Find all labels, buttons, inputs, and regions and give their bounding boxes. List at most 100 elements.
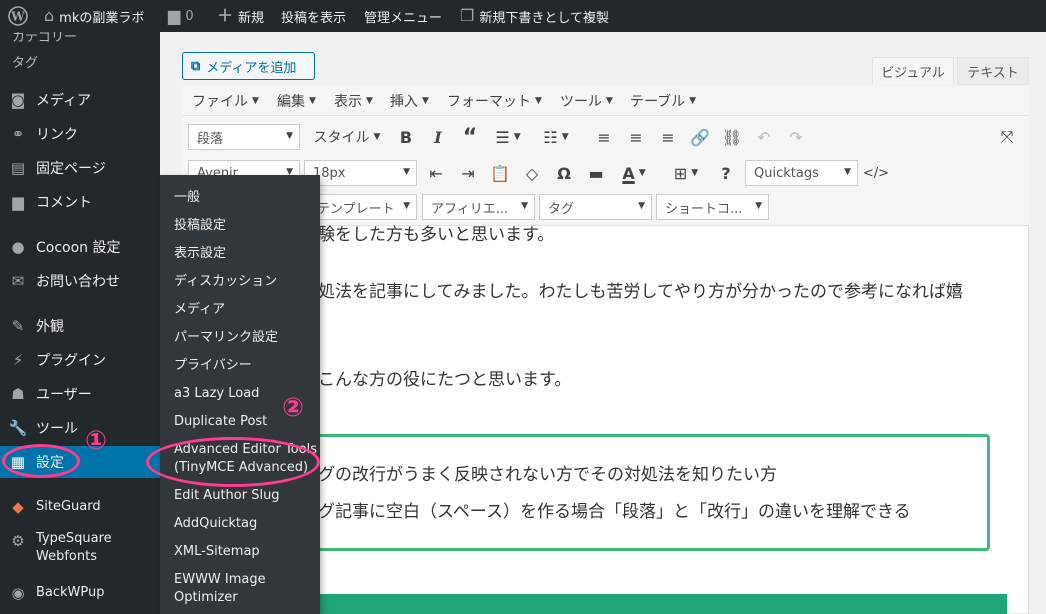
unlink-icon[interactable]: ⛓ <box>720 124 744 150</box>
code-icon[interactable]: </> <box>862 160 890 186</box>
affiliate-select[interactable]: アフィリエ... ▼ <box>422 194 535 220</box>
sidebar-item-users[interactable]: ☗ ユーザー <box>0 382 160 406</box>
info-box-item: グ記事に空白（スペース）を作る場合「段落」と「改行」の違いを理解できる <box>318 502 911 522</box>
menu-view[interactable]: 表示 ▼ <box>334 86 373 116</box>
flyout-item-discussion[interactable]: ディスカッション <box>174 273 277 291</box>
style-menu-button[interactable]: スタイル ▼ <box>308 124 386 150</box>
flyout-item-writing[interactable]: 投稿設定 <box>174 217 226 235</box>
flyout-item-general[interactable]: 一般 <box>174 189 200 207</box>
new-content-link[interactable]: ＋ 新規 <box>217 0 264 32</box>
flyout-item-permalinks[interactable]: パーマリンク設定 <box>174 329 278 347</box>
redo-icon[interactable]: ↷ <box>784 124 808 150</box>
sidebar-item-label: プラグイン <box>36 353 106 369</box>
admin-menu-link[interactable]: 管理メニュー <box>364 0 442 32</box>
flyout-item-edit-author-slug[interactable]: Edit Author Slug <box>174 487 280 505</box>
sidebar-item-label: Cocoon 設定 <box>36 240 121 256</box>
sidebar-item-typesquare[interactable]: ⚙ TypeSquare Webfonts <box>0 530 160 570</box>
cocoon-icon: ● <box>11 238 25 256</box>
menu-table[interactable]: テーブル ▼ <box>630 86 696 116</box>
home-icon: ⌂ <box>44 6 55 25</box>
flyout-item-addquicktag[interactable]: AddQuicktag <box>174 515 257 533</box>
flyout-item-privacy[interactable]: プライバシー <box>174 357 252 375</box>
help-icon[interactable]: ? <box>714 160 738 186</box>
fullscreen-icon[interactable]: ⤧ <box>994 124 1020 150</box>
font-size-select[interactable]: 18px ▼ <box>304 160 417 186</box>
menu-label: ツール <box>560 94 602 110</box>
template-select[interactable]: テンプレート ▼ <box>304 194 417 220</box>
menu-file[interactable]: ファイル ▼ <box>192 86 259 116</box>
undo-icon[interactable]: ↶ <box>752 124 776 150</box>
sidebar-item-comments[interactable]: ▆ コメント <box>0 190 160 214</box>
tab-text[interactable]: テキスト <box>957 57 1029 85</box>
sidebar-item-appearance[interactable]: ✎ 外観 <box>0 314 160 338</box>
sidebar-item-pages[interactable]: ▤ 固定ページ <box>0 156 160 180</box>
sidebar-item-tag[interactable]: タグ <box>0 50 160 72</box>
sidebar-item-contact[interactable]: ✉ お問い合わせ <box>0 269 160 293</box>
flyout-item-reading[interactable]: 表示設定 <box>174 245 226 263</box>
flyout-item-label: Optimizer <box>174 590 238 605</box>
tag-select[interactable]: タグ ▼ <box>539 194 652 220</box>
siteguard-icon: ◆ <box>12 498 24 516</box>
italic-icon[interactable]: I <box>426 124 450 150</box>
horizontal-line-icon[interactable]: ▬ <box>584 160 608 186</box>
comments-link[interactable]: ▆ 0 <box>168 0 194 32</box>
flyout-item-duplicate-post[interactable]: Duplicate Post <box>174 413 267 431</box>
special-character-icon[interactable]: Ω <box>552 160 576 186</box>
duplicate-draft-link[interactable]: ❐ 新規下書きとして複製 <box>460 0 609 32</box>
mail-icon: ✉ <box>11 272 25 290</box>
flyout-item-ewww[interactable]: EWWW Image Optimizer <box>174 571 266 607</box>
align-center-icon[interactable]: ≡ <box>624 124 648 150</box>
caret-down-icon: ▼ <box>638 201 645 211</box>
text-color-button[interactable]: A ▼ <box>614 160 654 186</box>
caret-down-icon: ▼ <box>403 201 410 211</box>
sidebar-item-label: 固定ページ <box>36 161 106 177</box>
shortcode-select[interactable]: ショートコ... ▼ <box>656 194 769 220</box>
tab-visual[interactable]: ビジュアル <box>872 57 954 85</box>
plugin-icon: ⚡ <box>12 351 24 369</box>
backwpup-icon: ◉ <box>11 584 25 602</box>
menu-format[interactable]: フォーマット ▼ <box>447 86 542 116</box>
align-right-icon[interactable]: ≡ <box>656 124 680 150</box>
indent-icon[interactable]: ⇥ <box>456 160 480 186</box>
flyout-item-xml-sitemap[interactable]: XML-Sitemap <box>174 543 260 561</box>
caret-down-icon: ▼ <box>373 132 381 142</box>
menu-insert[interactable]: 挿入 ▼ <box>390 86 429 116</box>
site-name-link[interactable]: ⌂ mkの副業ラボ <box>44 0 144 32</box>
clear-formatting-icon[interactable]: ◇ <box>520 160 544 186</box>
quicktags-select[interactable]: Quicktags ▼ <box>745 160 858 186</box>
wordpress-logo-icon[interactable]: W <box>8 0 28 32</box>
flyout-item-a3-lazy-load[interactable]: a3 Lazy Load <box>174 385 259 403</box>
menu-label: 挿入 <box>390 94 418 110</box>
sidebar-item-tools[interactable]: 🔧 ツール <box>0 416 160 440</box>
link-icon[interactable]: 🔗 <box>688 124 712 150</box>
view-post-link[interactable]: 投稿を表示 <box>281 0 346 32</box>
sidebar-item-label: ツール <box>36 421 78 437</box>
table-icon[interactable]: ⊞ ▼ <box>666 160 706 186</box>
sidebar-item-category[interactable]: カテゴリー <box>0 32 160 46</box>
sidebar-item-siteguard[interactable]: ◆ SiteGuard <box>0 495 160 519</box>
numbered-list-icon[interactable]: ☷ ▼ <box>538 124 574 150</box>
bold-icon[interactable]: B <box>394 124 418 150</box>
annotation-circle-settings <box>2 444 80 478</box>
sidebar-item-label: 外観 <box>36 319 64 335</box>
paste-text-icon[interactable]: 📋 <box>488 160 512 186</box>
sidebar-item-cocoon[interactable]: ● Cocoon 設定 <box>0 235 160 259</box>
paragraph-format-select[interactable]: 段落 ▼ <box>188 124 300 150</box>
comment-icon: ▆ <box>168 6 181 25</box>
sidebar-item-backwpup[interactable]: ◉ BackWPup <box>0 581 160 605</box>
blockquote-icon[interactable]: “ <box>458 124 482 150</box>
menu-tools[interactable]: ツール ▼ <box>560 86 613 116</box>
bullet-list-icon[interactable]: ☰ ▼ <box>490 124 526 150</box>
duplicate-draft-label: 新規下書きとして複製 <box>479 10 609 26</box>
flyout-item-media[interactable]: メディア <box>174 301 225 319</box>
menu-edit[interactable]: 編集 ▼ <box>277 86 316 116</box>
outdent-icon[interactable]: ⇤ <box>424 160 448 186</box>
caret-down-icon: ▼ <box>561 132 569 142</box>
add-media-button[interactable]: ⧉ メディアを追加 <box>182 52 315 80</box>
flyout-item-label: EWWW Image <box>174 572 266 587</box>
sidebar-item-label: BackWPup <box>36 585 105 600</box>
align-left-icon[interactable]: ≡ <box>592 124 616 150</box>
sidebar-item-links[interactable]: ⚭ リンク <box>0 122 160 146</box>
sidebar-item-media[interactable]: ◙ メディア <box>0 88 160 112</box>
sidebar-item-plugins[interactable]: ⚡ プラグイン <box>0 348 160 372</box>
